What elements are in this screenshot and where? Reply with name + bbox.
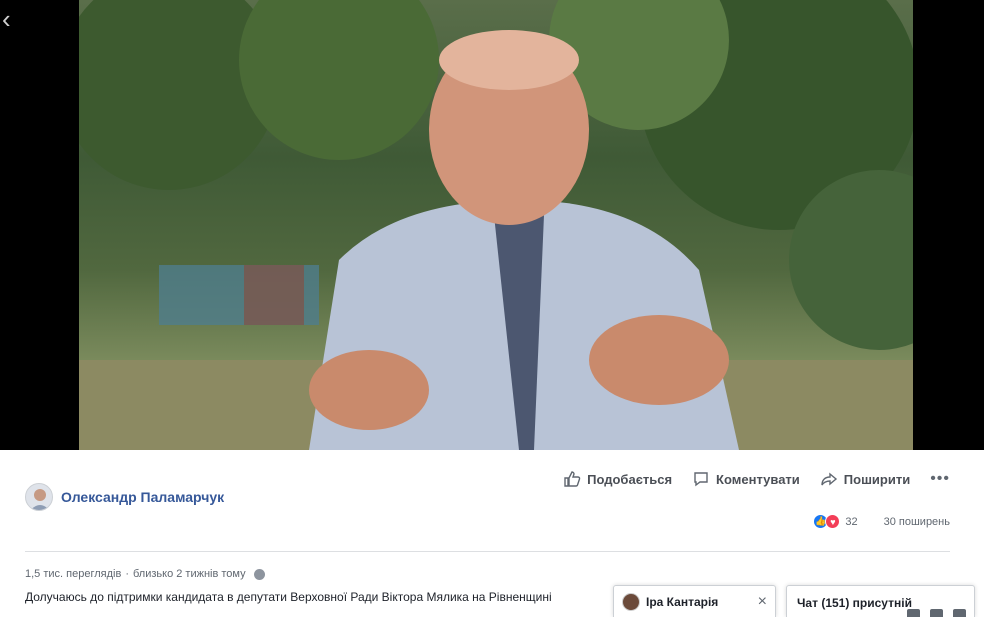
view-count: 1,5 тис. переглядів	[25, 568, 122, 580]
post-author: Олександр Паламарчук	[25, 483, 224, 511]
chat-person-avatar	[622, 592, 640, 611]
chat-person-name[interactable]: Іра Кантарія	[646, 595, 752, 609]
close-icon[interactable]: ×	[758, 593, 767, 611]
love-reaction-icon: ♥	[825, 514, 841, 529]
chat-tab-person[interactable]: Іра Кантарія ×	[613, 585, 776, 617]
share-icon	[821, 472, 837, 486]
globe-icon	[253, 568, 265, 580]
like-button[interactable]: Подобається	[563, 470, 672, 488]
divider	[25, 551, 950, 552]
post-actions: Подобається Коментувати Поширити •••	[563, 470, 950, 488]
author-name-link[interactable]: Олександр Паламарчук	[61, 489, 224, 505]
video-player[interactable]: ‹	[0, 0, 984, 450]
thumbs-up-icon	[564, 471, 581, 487]
group-icon[interactable]	[930, 609, 943, 617]
chat-sidebar-tab[interactable]: Чат (151) присутній	[786, 585, 975, 617]
like-label: Подобається	[587, 471, 673, 487]
post-meta: 1,5 тис. переглядів · близько 2 тижнів т…	[25, 568, 265, 580]
comment-button[interactable]: Коментувати	[692, 470, 800, 488]
more-options-icon[interactable]: •••	[930, 470, 950, 488]
gear-icon[interactable]	[953, 609, 966, 617]
share-button[interactable]: Поширити	[820, 470, 910, 488]
comment-icon	[694, 472, 708, 487]
post-description: Долучаюсь до підтримки кандидата в депут…	[25, 590, 552, 604]
comment-label: Коментувати	[716, 471, 800, 487]
new-message-icon[interactable]	[907, 609, 920, 617]
author-avatar[interactable]	[25, 483, 53, 511]
post-time-link[interactable]: близько 2 тижнів тому	[133, 568, 246, 580]
meta-separator: ·	[125, 568, 129, 580]
video-frame[interactable]	[79, 0, 913, 450]
shares-count[interactable]: 30 поширень	[884, 516, 950, 528]
reactions-summary: 👍 ♥ 32 30 поширень	[813, 514, 950, 529]
share-label: Поширити	[843, 471, 911, 487]
video-still-image	[79, 0, 913, 450]
reaction-count[interactable]: 32	[845, 516, 857, 528]
back-arrow-icon[interactable]: ‹	[2, 6, 22, 32]
chat-bar-title[interactable]: Чат (151) присутній	[797, 596, 912, 610]
